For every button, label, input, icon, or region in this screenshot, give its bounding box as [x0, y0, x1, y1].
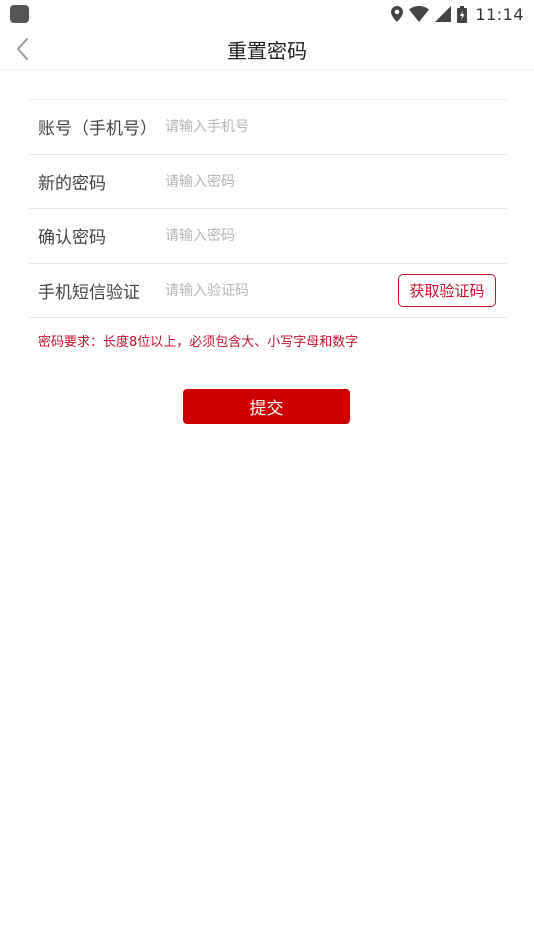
password-requirement-text: 密码要求：长度8位以上，必须包含大、小写字母和数字: [38, 335, 359, 350]
new-password-label: 新的密码: [38, 173, 106, 194]
account-row: 账号（手机号）: [29, 100, 507, 155]
status-time: 11:14: [475, 4, 524, 24]
account-label: 账号（手机号）: [38, 119, 157, 140]
sms-code-label: 手机短信验证: [38, 282, 140, 303]
reset-password-form: 账号（手机号） 新的密码 确认密码 手机短信验证 获取验证码: [29, 99, 507, 318]
wifi-icon: [409, 6, 430, 22]
new-password-row: 新的密码: [29, 155, 507, 209]
app-notification-icon: [10, 5, 29, 23]
battery-icon: [457, 5, 468, 23]
confirm-password-label: 确认密码: [38, 228, 106, 249]
get-code-button[interactable]: 获取验证码: [398, 273, 496, 307]
sms-code-row: 手机短信验证 获取验证码: [29, 264, 507, 318]
sms-code-input[interactable]: [165, 275, 385, 306]
confirm-password-row: 确认密码: [29, 209, 507, 264]
phone-input[interactable]: [165, 112, 385, 142]
status-icons: 11:14: [391, 4, 524, 24]
status-bar: 11:14: [0, 0, 534, 28]
new-password-input[interactable]: [165, 166, 385, 197]
confirm-password-input[interactable]: [165, 221, 385, 251]
signal-icon: [435, 6, 452, 22]
nav-bar: 重置密码: [0, 28, 534, 70]
page-title: 重置密码: [227, 39, 307, 63]
submit-button[interactable]: 提交: [183, 389, 350, 424]
location-icon: [391, 6, 404, 22]
